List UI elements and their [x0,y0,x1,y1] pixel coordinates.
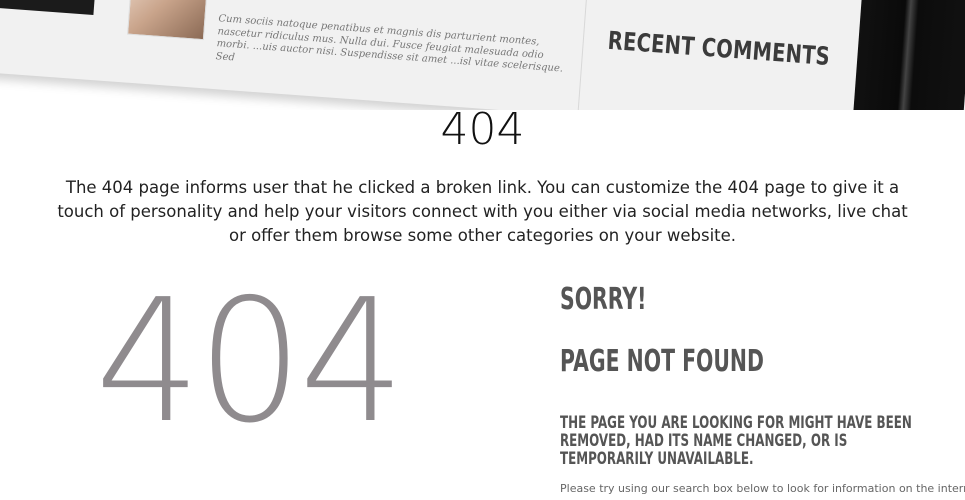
post-thumbnail[interactable] [127,0,209,41]
unavailable-message: THE PAGE YOU ARE LOOKING FOR MIGHT HAVE … [560,413,912,469]
banner-strip: Cum sociis natoque penatibus et magnis d… [0,0,965,110]
page-not-found-heading: PAGE NOT FOUND [560,344,764,379]
big-404-code: 404 [95,263,405,461]
banner-dark-panel [851,0,965,110]
intro-text: The 404 page informs user that he clicke… [57,178,908,245]
page-title: 404 [440,104,525,155]
sorry-heading: SORRY! [560,282,647,317]
banner-divider [577,0,590,110]
recent-comments-heading: RECENT COMMENTS [606,25,831,72]
banner-dark-image [0,0,100,16]
top-banner: Cum sociis natoque penatibus et magnis d… [0,0,965,110]
search-hint: Please try using our search box below to… [560,482,965,495]
post-excerpt: Cum sociis natoque penatibus et magnis d… [215,13,564,75]
